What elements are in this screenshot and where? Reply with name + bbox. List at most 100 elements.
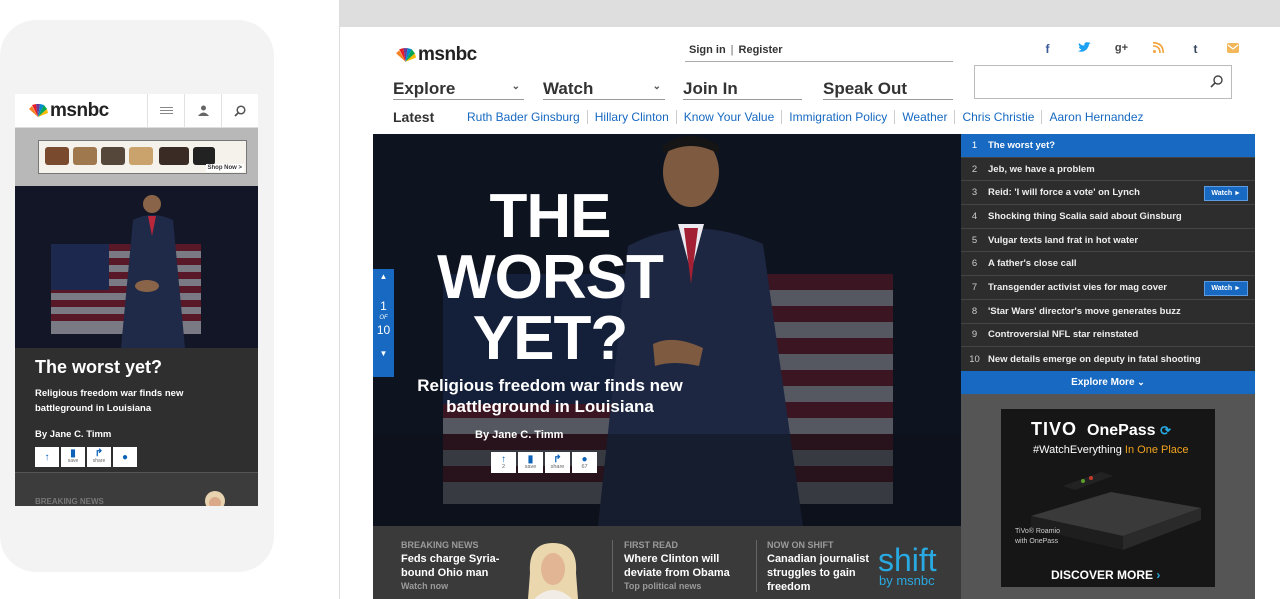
trending-item[interactable]: 6 A father's close call — [961, 252, 1255, 277]
rss-icon[interactable] — [1140, 42, 1177, 56]
latest-link[interactable]: Weather — [895, 110, 956, 124]
watch-button[interactable]: Watch ► — [1204, 186, 1248, 202]
mobile-breaking-news[interactable]: BREAKING NEWS — [15, 472, 258, 506]
save-button[interactable]: ▮ save — [518, 452, 543, 473]
hero-headline-line: WORST — [437, 243, 664, 312]
latest-link[interactable]: Chris Christie — [955, 110, 1043, 124]
nav-speak-out[interactable]: Speak Out — [823, 79, 953, 100]
explore-more-button[interactable]: Explore More ⌄ — [961, 371, 1255, 394]
mobile-hero-image[interactable] — [15, 186, 258, 348]
shop-now-link[interactable]: Shop Now > — [205, 164, 244, 172]
facebook-icon[interactable]: f — [1029, 42, 1066, 56]
now-on-shift-card[interactable]: NOW ON SHIFT Canadian journalist struggl… — [767, 540, 877, 594]
trending-item[interactable]: 9 Controversial NFL star reinstated — [961, 324, 1255, 348]
card-kicker: NOW ON SHIFT — [767, 540, 834, 550]
card-kicker: BREAKING NEWS — [401, 540, 479, 550]
chair-image — [101, 147, 125, 165]
nav-watch[interactable]: Watch ⌄ — [543, 79, 665, 100]
save-button[interactable]: ▮ save — [61, 447, 85, 467]
upvote-button[interactable]: ↑ — [35, 447, 59, 467]
trending-rank: 10 — [969, 353, 980, 365]
trending-rank: 6 — [971, 258, 978, 270]
tumblr-icon[interactable]: t — [1177, 42, 1214, 56]
hero-headline[interactable]: THE WORST YET? — [373, 186, 727, 370]
hero-slide[interactable]: THE WORST YET? Religious freedom war fin… — [373, 134, 961, 526]
trending-item[interactable]: 10 New details emerge on deputy in fatal … — [961, 347, 1255, 371]
save-label: save — [67, 458, 79, 464]
nav-join-in[interactable]: Join In — [683, 79, 802, 100]
mobile-subhead: Religious freedom war finds new battlegr… — [35, 388, 184, 414]
trending-rank: 7 — [971, 281, 978, 293]
tivo-brand: TIVO — [1031, 419, 1078, 439]
mobile-headline[interactable]: The worst yet? — [35, 357, 238, 378]
upvote-count: 2 — [501, 463, 506, 470]
comment-button[interactable]: ● — [113, 447, 137, 467]
discover-more-button[interactable]: DISCOVER MORE › — [1051, 568, 1160, 582]
share-button[interactable]: ↱ share — [545, 452, 570, 473]
peacock-icon — [396, 47, 416, 62]
trending-item[interactable]: 7 Transgender activist vies for mag cover… — [961, 276, 1255, 300]
menu-button[interactable] — [147, 94, 184, 128]
mobile-logo[interactable]: msnbc — [15, 100, 147, 122]
envelope-icon — [1226, 43, 1239, 53]
bookmark-icon: ▮ — [527, 453, 534, 465]
tivo-ad[interactable]: TIVO OnePass ⟳ #WatchEverything In One P… — [1001, 409, 1215, 587]
shift-logo[interactable]: shift by msnbc — [878, 542, 937, 588]
latest-link[interactable]: Hillary Clinton — [588, 110, 677, 124]
mobile-search-button[interactable] — [221, 94, 258, 128]
email-icon[interactable] — [1214, 42, 1251, 56]
register-link[interactable]: Register — [739, 44, 783, 56]
menu-icon — [159, 107, 173, 114]
site-logo[interactable]: msnbc — [394, 44, 477, 66]
trending-item[interactable]: 4 Shocking thing Scalia said about Ginsbu… — [961, 205, 1255, 229]
share-button[interactable]: ↱ share — [87, 447, 111, 467]
card-subline: Watch now — [401, 581, 449, 591]
anchor-thumbnail — [205, 491, 225, 506]
latest-link[interactable]: Know Your Value — [677, 110, 783, 124]
trending-item[interactable]: 1 The worst yet? — [961, 134, 1255, 158]
shift-byline: by msnbc — [879, 572, 935, 588]
trending-title: New details emerge on deputy in fatal sh… — [988, 353, 1201, 365]
search-icon[interactable] — [1210, 75, 1223, 88]
trending-title: Vulgar texts land frat in hot water — [988, 234, 1139, 246]
tivo-device-caption: TiVo® Roamio with OnePass — [1015, 527, 1060, 547]
chair-image — [159, 147, 189, 165]
trending-item[interactable]: 2 Jeb, we have a problem — [961, 158, 1255, 182]
latest-link[interactable]: Immigration Policy — [782, 110, 896, 124]
trending-item[interactable]: 8 'Star Wars' director's move generates b… — [961, 300, 1255, 324]
furniture-ad[interactable]: Shop Now > — [38, 140, 247, 174]
trending-item[interactable]: 5 Vulgar texts land frat in hot water — [961, 229, 1255, 253]
shift-logo-text: shift — [878, 542, 937, 578]
trending-title: Reid: 'I will force a vote' on Lynch — [988, 187, 1140, 199]
hero-actions: ↑ 2 ▮ save ↱ share ● 67 — [491, 452, 597, 473]
first-read-card[interactable]: FIRST READ Where Clinton will deviate fr… — [624, 540, 744, 591]
mobile-logo-text: msnbc — [50, 99, 109, 121]
search-box[interactable] — [974, 65, 1232, 99]
chevron-down-icon[interactable]: ▼ — [373, 346, 394, 362]
trending-list: 1 The worst yet? 2 Jeb, we have a problem … — [961, 134, 1255, 371]
browser-top-bar — [340, 0, 1280, 27]
account-underline — [685, 61, 953, 62]
comment-button[interactable]: ● 67 — [572, 452, 597, 473]
share-label: share — [92, 458, 106, 464]
account-button[interactable] — [184, 94, 221, 128]
mobile-byline: By Jane C. Timm — [35, 429, 112, 440]
chevron-up-icon[interactable]: ▲ — [373, 269, 394, 285]
twitter-icon[interactable] — [1066, 42, 1103, 56]
hero-byline[interactable]: By Jane C. Timm — [475, 429, 563, 441]
upvote-button[interactable]: ↑ 2 — [491, 452, 516, 473]
search-input[interactable] — [981, 66, 1201, 96]
sign-in-link[interactable]: Sign in — [689, 44, 726, 56]
googleplus-icon[interactable]: g+ — [1103, 42, 1140, 56]
breaking-news-card[interactable]: BREAKING NEWS Feds charge Syria-bound Oh… — [401, 540, 511, 591]
nav-explore[interactable]: Explore ⌄ — [393, 79, 524, 100]
chair-image — [45, 147, 69, 165]
mobile-ad-banner[interactable]: Shop Now > — [15, 128, 258, 186]
hero-subhead[interactable]: Religious freedom war finds new battlegr… — [393, 375, 707, 417]
watch-button[interactable]: Watch ► — [1204, 281, 1248, 297]
peacock-icon — [29, 103, 48, 117]
latest-link[interactable]: Ruth Bader Ginsburg — [467, 110, 588, 124]
trending-item[interactable]: 3 Reid: 'I will force a vote' on Lynch Wat… — [961, 181, 1255, 206]
upvote-icon: ↑ — [44, 451, 50, 463]
latest-link[interactable]: Aaron Hernandez — [1042, 110, 1150, 124]
